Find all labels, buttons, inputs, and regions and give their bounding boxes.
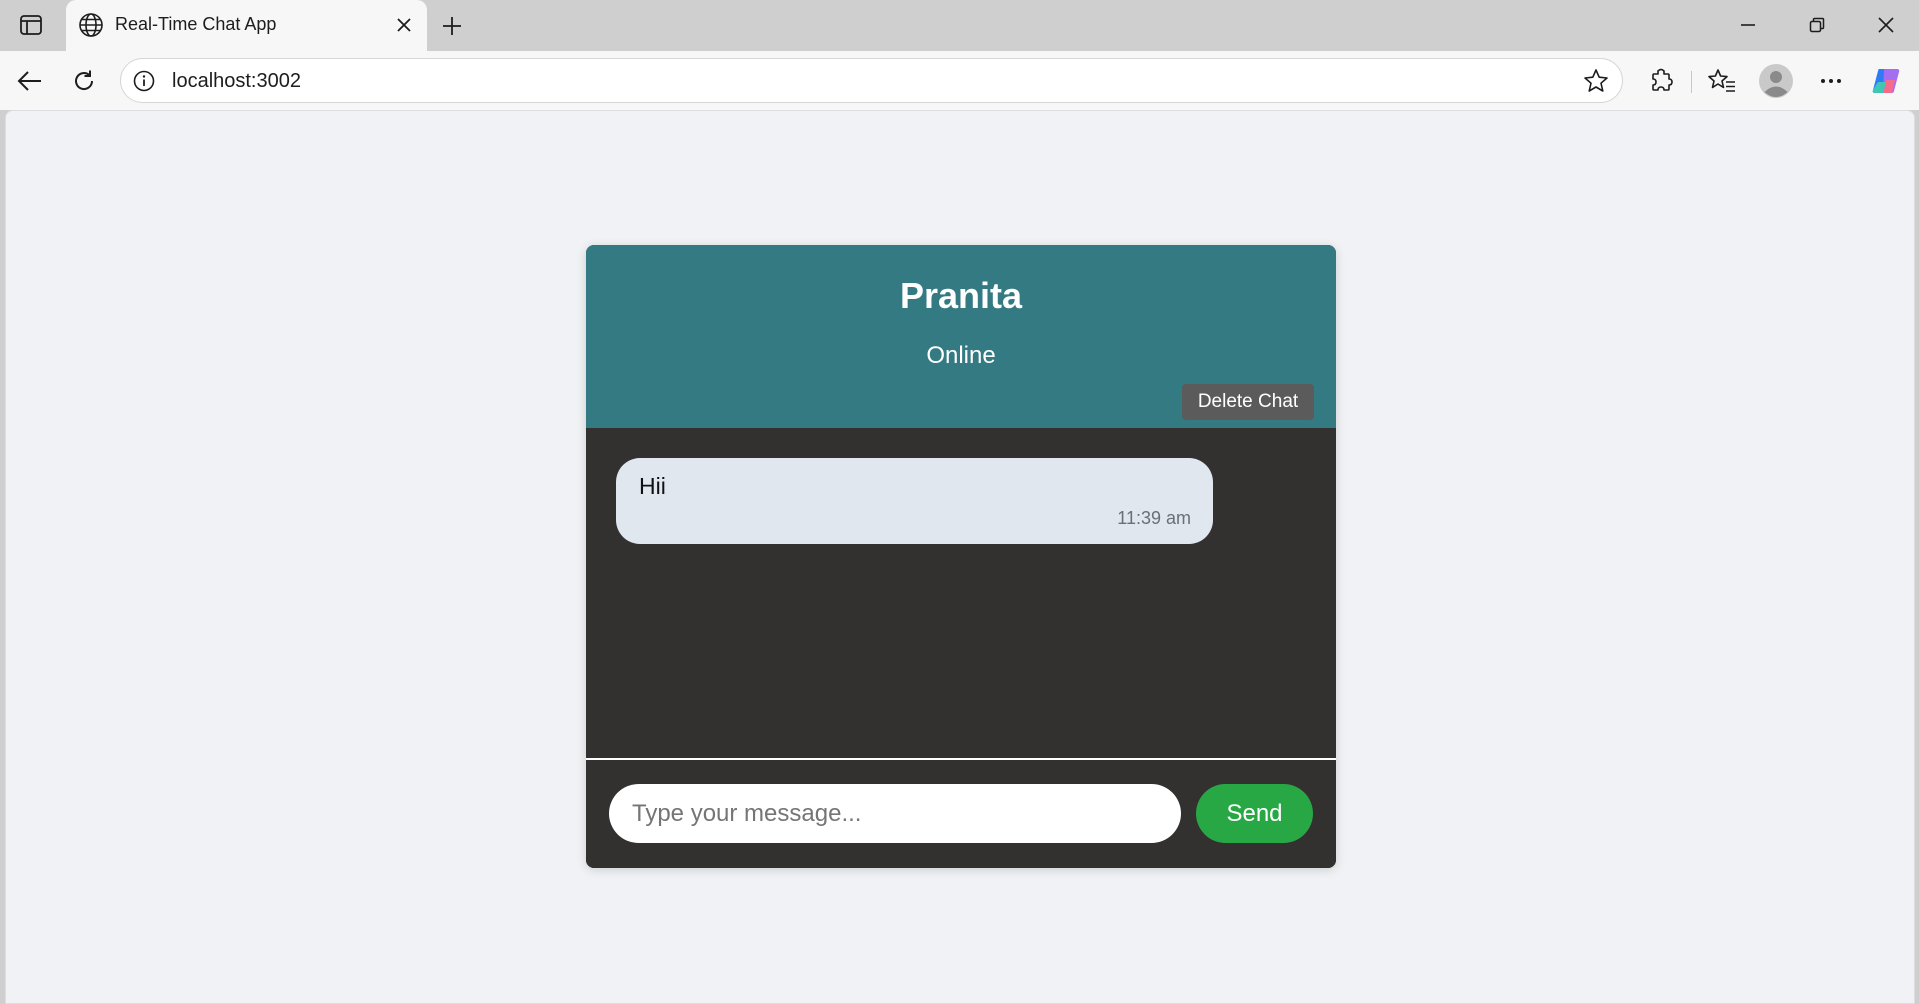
close-window-icon[interactable]	[1866, 10, 1906, 40]
globe-icon	[78, 12, 104, 38]
back-arrow-icon[interactable]	[12, 63, 48, 99]
browser-toolbar: localhost:3002	[0, 51, 1919, 110]
reload-icon[interactable]	[66, 63, 102, 99]
restore-icon[interactable]	[1797, 10, 1837, 40]
close-icon[interactable]	[391, 12, 417, 38]
chat-window: Pranita Online Delete Chat Hii 11:39 am …	[586, 245, 1336, 868]
tab-strip: Real-Time Chat App	[0, 0, 1919, 51]
message-composer: Send	[586, 760, 1336, 868]
delete-chat-button[interactable]: Delete Chat	[1182, 384, 1314, 420]
toolbar-divider	[1691, 71, 1692, 93]
star-icon[interactable]	[1582, 67, 1610, 95]
message-text: Hii	[639, 473, 666, 499]
plus-icon[interactable]	[436, 10, 468, 42]
address-bar[interactable]: localhost:3002	[120, 58, 1623, 103]
copilot-icon[interactable]	[1868, 63, 1904, 99]
message-list: Hii 11:39 am	[586, 428, 1336, 758]
browser-tab[interactable]: Real-Time Chat App	[66, 0, 427, 51]
send-button[interactable]: Send	[1196, 784, 1313, 843]
chat-header: Pranita Online Delete Chat	[586, 245, 1336, 428]
avatar-icon[interactable]	[1758, 63, 1794, 99]
url-text[interactable]: localhost:3002	[172, 70, 301, 93]
tab-actions-icon[interactable]	[14, 12, 48, 38]
tab-title: Real-Time Chat App	[115, 14, 277, 34]
page-viewport: Pranita Online Delete Chat Hii 11:39 am …	[5, 110, 1915, 1004]
message-bubble: Hii 11:39 am	[616, 458, 1213, 544]
minimize-icon[interactable]	[1728, 10, 1768, 40]
more-icon[interactable]	[1813, 63, 1849, 99]
favorites-icon[interactable]	[1704, 63, 1740, 99]
info-icon[interactable]	[132, 69, 156, 93]
contact-name: Pranita	[899, 275, 1023, 316]
contact-status: Online	[926, 342, 996, 369]
message-time: 11:39 am	[1117, 508, 1191, 528]
message-input[interactable]	[609, 784, 1181, 843]
extensions-icon[interactable]	[1643, 63, 1679, 99]
